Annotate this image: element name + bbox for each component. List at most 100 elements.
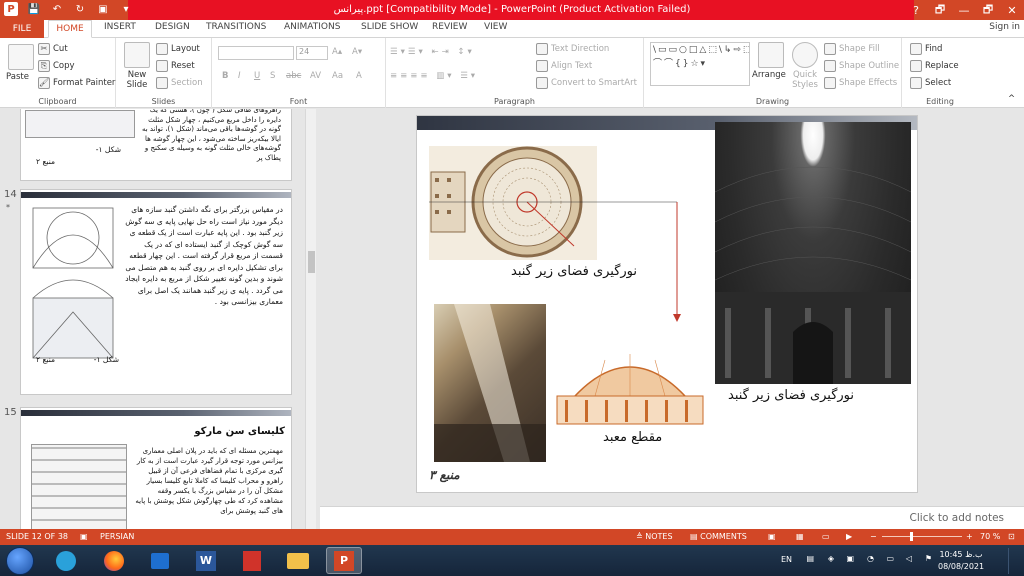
quick-styles-button[interactable]: Quick Styles (790, 70, 820, 90)
reference-label[interactable]: منبع ۳ (429, 468, 460, 482)
zoom-slider-handle[interactable] (910, 532, 913, 541)
cut-button[interactable]: ✂ Cut (38, 43, 68, 55)
zoom-slider[interactable] (882, 536, 962, 537)
font-name-box[interactable] (218, 46, 294, 60)
plan-caption[interactable]: نورگیری فضای زیر گنبد (511, 264, 637, 279)
ribbon-display-icon[interactable]: 🗗 (928, 0, 952, 20)
comments-button[interactable]: ▤ COMMENTS (690, 532, 747, 541)
tab-insert[interactable]: INSERT (104, 22, 136, 32)
slide-editor[interactable]: نورگیری فضای زیر گنبد نورگیری فضای زیر گ… (320, 109, 1024, 529)
pantheon-dome-photo[interactable] (715, 122, 911, 384)
proofing-icon[interactable]: ▣ (80, 532, 88, 541)
tab-design[interactable]: DESIGN (155, 22, 190, 32)
help-icon[interactable]: ? (904, 0, 928, 20)
start-button-icon[interactable] (6, 547, 34, 575)
notes-pane[interactable]: Click to add notes (320, 506, 1024, 529)
file-explorer-icon[interactable] (280, 547, 316, 574)
scrollbar-thumb[interactable] (308, 251, 315, 273)
collapse-ribbon-icon[interactable]: ^ (1008, 94, 1015, 104)
language-indicator[interactable]: PERSIAN (100, 532, 134, 541)
interior-light-photo[interactable] (434, 304, 546, 462)
minimize-icon[interactable]: — (952, 0, 976, 20)
select-button[interactable]: Select (910, 77, 951, 89)
character-spacing-button[interactable]: AV (310, 71, 321, 81)
slide-sorter-icon[interactable]: ▦ (796, 532, 804, 541)
language-tray[interactable]: EN (781, 555, 792, 564)
tab-transitions[interactable]: TRANSITIONS (206, 22, 266, 32)
grow-font-button[interactable]: A▴ (332, 47, 342, 57)
photo-caption[interactable]: نورگیری فضای زیر گنبد (728, 388, 854, 403)
clock-time[interactable]: 10:45 ب.ظ (938, 550, 984, 559)
shape-fill-button[interactable]: Shape Fill (824, 43, 880, 55)
firefox-icon[interactable] (96, 547, 132, 574)
convert-smartart-button[interactable]: Convert to SmartArt (536, 77, 637, 89)
layout-button[interactable]: Layout (156, 43, 200, 55)
italic-button[interactable]: I (238, 71, 241, 81)
underline-button[interactable]: U (254, 71, 260, 81)
shapes-gallery[interactable]: \▭▭○□△⬚\↳⇨⬚↱▭☆ ⌒⌒{}☆▾ (650, 42, 750, 86)
section-caption[interactable]: مقطع معبد (603, 430, 662, 445)
reset-button[interactable]: Reset (156, 60, 195, 72)
zoom-out-icon[interactable]: − (870, 532, 877, 541)
thumbnail-slide-13[interactable]: راهروهای طاقی شکل ( چون )، هشتی که یک دا… (20, 109, 292, 181)
slideshow-view-icon[interactable]: ▶ (846, 532, 852, 541)
powerpoint-taskbar-icon[interactable]: P (326, 547, 362, 574)
zoom-level[interactable]: 70 % (980, 532, 1000, 541)
quick-styles-icon[interactable] (792, 42, 818, 68)
section-button[interactable]: Section (156, 77, 203, 89)
thumbnail-slide-14[interactable]: در مقیاس بزرگتر برای نگه داشتن گنبد سازه… (20, 189, 292, 395)
shape-effects-button[interactable]: Shape Effects (824, 77, 897, 89)
word-icon[interactable]: W (188, 547, 224, 574)
current-slide[interactable]: نورگیری فضای زیر گنبد نورگیری فضای زیر گ… (416, 115, 918, 493)
wifi-icon[interactable]: ◔ (867, 554, 874, 563)
restore-icon[interactable]: 🗗 (976, 0, 1000, 20)
change-case-button[interactable]: Aa (332, 71, 343, 81)
font-color-button[interactable]: A (356, 71, 362, 81)
notes-button[interactable]: ≜ NOTES (636, 532, 673, 541)
usb-icon[interactable]: ▣ (846, 554, 854, 563)
tab-file[interactable]: FILE (0, 20, 44, 38)
strikethrough-button[interactable]: abc (286, 71, 301, 81)
close-icon[interactable]: ✕ (1000, 0, 1024, 20)
tab-slide-show[interactable]: SLIDE SHOW (361, 22, 418, 32)
slide-thumbnail-pane[interactable]: راهروهای طاقی شکل ( چون )، هشتی که یک دا… (0, 109, 316, 529)
thumbnail-slide-15[interactable]: کلیسای سن مارکو مهمترین مسئله ای که باید… (20, 407, 292, 529)
volume-icon[interactable]: ◁ (906, 554, 912, 563)
shadow-button[interactable]: S (270, 71, 275, 81)
temple-section-drawing[interactable] (555, 346, 705, 428)
tab-review[interactable]: REVIEW (432, 22, 467, 32)
paste-icon[interactable] (8, 44, 34, 70)
battery-icon[interactable]: ▭ (886, 554, 894, 563)
sign-in-link[interactable]: Sign in (989, 22, 1020, 32)
text-direction-button[interactable]: Text Direction (536, 43, 609, 55)
replace-button[interactable]: Replace (910, 60, 959, 72)
telegram-icon[interactable] (48, 547, 84, 574)
font-size-box[interactable]: 24 (296, 46, 328, 60)
show-desktop-button[interactable] (1008, 548, 1018, 574)
pdf-reader-icon[interactable] (234, 547, 270, 574)
shrink-font-button[interactable]: A▾ (352, 47, 362, 57)
arrange-button[interactable]: Arrange (752, 70, 786, 80)
copy-button[interactable]: ⎘ Copy (38, 60, 75, 72)
new-slide-icon[interactable] (124, 42, 150, 68)
find-button[interactable]: Find (910, 43, 942, 55)
paste-button[interactable]: Paste (6, 72, 29, 82)
list-buttons[interactable]: ☰▾☰▾ ⇤⇥ ↕▾ (390, 47, 475, 57)
fit-slide-icon[interactable]: ⊡ (1008, 532, 1015, 541)
flag-icon[interactable]: ⚑ (925, 554, 932, 563)
shield-icon[interactable]: ◈ (828, 554, 834, 563)
shape-outline-button[interactable]: Shape Outline (824, 60, 899, 72)
alignment-buttons[interactable]: ≡≡≡≡ ▥▾ ☰▾ (390, 71, 478, 81)
tab-home[interactable]: HOME (48, 20, 92, 38)
reading-view-icon[interactable]: ▭ (822, 532, 830, 541)
network-icon[interactable]: ▤ (806, 554, 814, 563)
align-text-button[interactable]: Align Text (536, 60, 592, 72)
zoom-in-icon[interactable]: + (966, 532, 973, 541)
tab-view[interactable]: VIEW (484, 22, 507, 32)
tab-animations[interactable]: ANIMATIONS (284, 22, 340, 32)
normal-view-icon[interactable]: ▣ (768, 532, 776, 541)
thumbnail-scrollbar[interactable] (305, 109, 316, 529)
arrange-icon[interactable] (758, 42, 784, 68)
new-slide-button[interactable]: New Slide (122, 70, 152, 90)
clock-date[interactable]: 08/08/2021 (938, 562, 984, 571)
